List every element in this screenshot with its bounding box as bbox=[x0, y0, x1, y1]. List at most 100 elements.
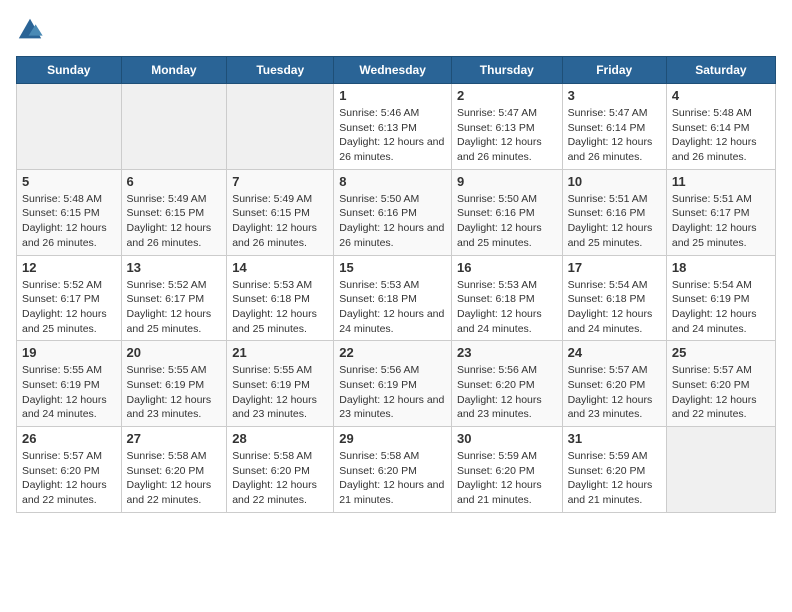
day-info: Sunrise: 5:55 AMSunset: 6:19 PMDaylight:… bbox=[22, 363, 116, 422]
day-number: 17 bbox=[568, 260, 661, 275]
logo-icon bbox=[16, 16, 44, 44]
day-info: Sunrise: 5:55 AMSunset: 6:19 PMDaylight:… bbox=[232, 363, 328, 422]
calendar-cell bbox=[666, 427, 775, 513]
calendar-week-row: 5 Sunrise: 5:48 AMSunset: 6:15 PMDaylight… bbox=[17, 169, 776, 255]
calendar-cell: 24 Sunrise: 5:57 AMSunset: 6:20 PMDayligh… bbox=[562, 341, 666, 427]
calendar-cell: 13 Sunrise: 5:52 AMSunset: 6:17 PMDayligh… bbox=[121, 255, 227, 341]
calendar-cell: 28Sunrise: 5:58 AMSunset: 6:20 PMDayligh… bbox=[227, 427, 334, 513]
day-info: Sunrise: 5:57 AMSunset: 6:20 PMDaylight:… bbox=[22, 449, 116, 508]
day-number: 14 bbox=[232, 260, 328, 275]
calendar-cell: 31 Sunrise: 5:59 AMSunset: 6:20 PMDayligh… bbox=[562, 427, 666, 513]
logo bbox=[16, 16, 48, 44]
day-number: 16 bbox=[457, 260, 557, 275]
day-number: 15 bbox=[339, 260, 446, 275]
calendar-cell: 6 Sunrise: 5:49 AMSunset: 6:15 PMDaylight… bbox=[121, 169, 227, 255]
day-info: Sunrise: 5:58 AMSunset: 6:20 PMDaylight:… bbox=[232, 449, 328, 508]
calendar-header-row: SundayMondayTuesdayWednesdayThursdayFrid… bbox=[17, 57, 776, 84]
day-info: Sunrise: 5:50 AMSunset: 6:16 PMDaylight:… bbox=[457, 192, 557, 251]
day-info: Sunrise: 5:56 AMSunset: 6:19 PMDaylight:… bbox=[339, 363, 446, 422]
calendar-cell: 25Sunrise: 5:57 AMSunset: 6:20 PMDayligh… bbox=[666, 341, 775, 427]
calendar-cell: 22 Sunrise: 5:56 AMSunset: 6:19 PMDayligh… bbox=[334, 341, 452, 427]
day-info: Sunrise: 5:58 AMSunset: 6:20 PMDaylight:… bbox=[127, 449, 222, 508]
day-number: 11 bbox=[672, 174, 770, 189]
column-header-wednesday: Wednesday bbox=[334, 57, 452, 84]
day-info: Sunrise: 5:51 AMSunset: 6:17 PMDaylight:… bbox=[672, 192, 770, 251]
page-header bbox=[16, 16, 776, 44]
day-number: 12 bbox=[22, 260, 116, 275]
day-info: Sunrise: 5:46 AMSunset: 6:13 PMDaylight:… bbox=[339, 106, 446, 165]
column-header-thursday: Thursday bbox=[451, 57, 562, 84]
calendar-week-row: 19 Sunrise: 5:55 AMSunset: 6:19 PMDayligh… bbox=[17, 341, 776, 427]
day-number: 24 bbox=[568, 345, 661, 360]
day-info: Sunrise: 5:57 AMSunset: 6:20 PMDaylight:… bbox=[568, 363, 661, 422]
day-number: 19 bbox=[22, 345, 116, 360]
day-number: 8 bbox=[339, 174, 446, 189]
day-number: 9 bbox=[457, 174, 557, 189]
day-number: 3 bbox=[568, 88, 661, 103]
calendar-cell: 7Sunrise: 5:49 AMSunset: 6:15 PMDaylight… bbox=[227, 169, 334, 255]
day-number: 21 bbox=[232, 345, 328, 360]
calendar-cell: 30 Sunrise: 5:59 AMSunset: 6:20 PMDayligh… bbox=[451, 427, 562, 513]
calendar-cell: 11 Sunrise: 5:51 AMSunset: 6:17 PMDayligh… bbox=[666, 169, 775, 255]
day-number: 2 bbox=[457, 88, 557, 103]
column-header-friday: Friday bbox=[562, 57, 666, 84]
calendar-table: SundayMondayTuesdayWednesdayThursdayFrid… bbox=[16, 56, 776, 513]
day-number: 10 bbox=[568, 174, 661, 189]
column-header-saturday: Saturday bbox=[666, 57, 775, 84]
day-number: 26 bbox=[22, 431, 116, 446]
calendar-cell: 1 Sunrise: 5:46 AMSunset: 6:13 PMDaylight… bbox=[334, 84, 452, 170]
day-info: Sunrise: 5:59 AMSunset: 6:20 PMDaylight:… bbox=[568, 449, 661, 508]
day-info: Sunrise: 5:48 AMSunset: 6:15 PMDaylight:… bbox=[22, 192, 116, 251]
day-number: 4 bbox=[672, 88, 770, 103]
calendar-cell: 14 Sunrise: 5:53 AMSunset: 6:18 PMDayligh… bbox=[227, 255, 334, 341]
calendar-cell: 27 Sunrise: 5:58 AMSunset: 6:20 PMDayligh… bbox=[121, 427, 227, 513]
day-info: Sunrise: 5:52 AMSunset: 6:17 PMDaylight:… bbox=[127, 278, 222, 337]
day-info: Sunrise: 5:59 AMSunset: 6:20 PMDaylight:… bbox=[457, 449, 557, 508]
day-number: 31 bbox=[568, 431, 661, 446]
day-number: 6 bbox=[127, 174, 222, 189]
day-number: 30 bbox=[457, 431, 557, 446]
day-info: Sunrise: 5:55 AMSunset: 6:19 PMDaylight:… bbox=[127, 363, 222, 422]
day-info: Sunrise: 5:53 AMSunset: 6:18 PMDaylight:… bbox=[232, 278, 328, 337]
day-number: 27 bbox=[127, 431, 222, 446]
column-header-tuesday: Tuesday bbox=[227, 57, 334, 84]
calendar-week-row: 26 Sunrise: 5:57 AMSunset: 6:20 PMDayligh… bbox=[17, 427, 776, 513]
calendar-cell bbox=[121, 84, 227, 170]
day-info: Sunrise: 5:53 AMSunset: 6:18 PMDaylight:… bbox=[457, 278, 557, 337]
calendar-cell: 17 Sunrise: 5:54 AMSunset: 6:18 PMDayligh… bbox=[562, 255, 666, 341]
day-number: 13 bbox=[127, 260, 222, 275]
day-info: Sunrise: 5:56 AMSunset: 6:20 PMDaylight:… bbox=[457, 363, 557, 422]
day-info: Sunrise: 5:49 AMSunset: 6:15 PMDaylight:… bbox=[127, 192, 222, 251]
day-info: Sunrise: 5:53 AMSunset: 6:18 PMDaylight:… bbox=[339, 278, 446, 337]
day-info: Sunrise: 5:51 AMSunset: 6:16 PMDaylight:… bbox=[568, 192, 661, 251]
calendar-cell bbox=[17, 84, 122, 170]
day-info: Sunrise: 5:47 AMSunset: 6:14 PMDaylight:… bbox=[568, 106, 661, 165]
calendar-cell: 15 Sunrise: 5:53 AMSunset: 6:18 PMDayligh… bbox=[334, 255, 452, 341]
day-number: 1 bbox=[339, 88, 446, 103]
calendar-cell bbox=[227, 84, 334, 170]
calendar-cell: 2 Sunrise: 5:47 AMSunset: 6:13 PMDaylight… bbox=[451, 84, 562, 170]
calendar-cell: 19 Sunrise: 5:55 AMSunset: 6:19 PMDayligh… bbox=[17, 341, 122, 427]
day-number: 20 bbox=[127, 345, 222, 360]
day-number: 5 bbox=[22, 174, 116, 189]
day-info: Sunrise: 5:48 AMSunset: 6:14 PMDaylight:… bbox=[672, 106, 770, 165]
day-number: 23 bbox=[457, 345, 557, 360]
day-info: Sunrise: 5:47 AMSunset: 6:13 PMDaylight:… bbox=[457, 106, 557, 165]
day-info: Sunrise: 5:54 AMSunset: 6:18 PMDaylight:… bbox=[568, 278, 661, 337]
calendar-cell: 3 Sunrise: 5:47 AMSunset: 6:14 PMDaylight… bbox=[562, 84, 666, 170]
calendar-week-row: 12 Sunrise: 5:52 AMSunset: 6:17 PMDayligh… bbox=[17, 255, 776, 341]
day-number: 22 bbox=[339, 345, 446, 360]
day-number: 7 bbox=[232, 174, 328, 189]
calendar-cell: 9 Sunrise: 5:50 AMSunset: 6:16 PMDaylight… bbox=[451, 169, 562, 255]
calendar-cell: 10 Sunrise: 5:51 AMSunset: 6:16 PMDayligh… bbox=[562, 169, 666, 255]
day-info: Sunrise: 5:52 AMSunset: 6:17 PMDaylight:… bbox=[22, 278, 116, 337]
day-number: 29 bbox=[339, 431, 446, 446]
calendar-cell: 12 Sunrise: 5:52 AMSunset: 6:17 PMDayligh… bbox=[17, 255, 122, 341]
calendar-cell: 18Sunrise: 5:54 AMSunset: 6:19 PMDayligh… bbox=[666, 255, 775, 341]
day-info: Sunrise: 5:58 AMSunset: 6:20 PMDaylight:… bbox=[339, 449, 446, 508]
column-header-monday: Monday bbox=[121, 57, 227, 84]
calendar-cell: 29 Sunrise: 5:58 AMSunset: 6:20 PMDayligh… bbox=[334, 427, 452, 513]
calendar-cell: 21 Sunrise: 5:55 AMSunset: 6:19 PMDayligh… bbox=[227, 341, 334, 427]
calendar-cell: 20 Sunrise: 5:55 AMSunset: 6:19 PMDayligh… bbox=[121, 341, 227, 427]
day-number: 25 bbox=[672, 345, 770, 360]
